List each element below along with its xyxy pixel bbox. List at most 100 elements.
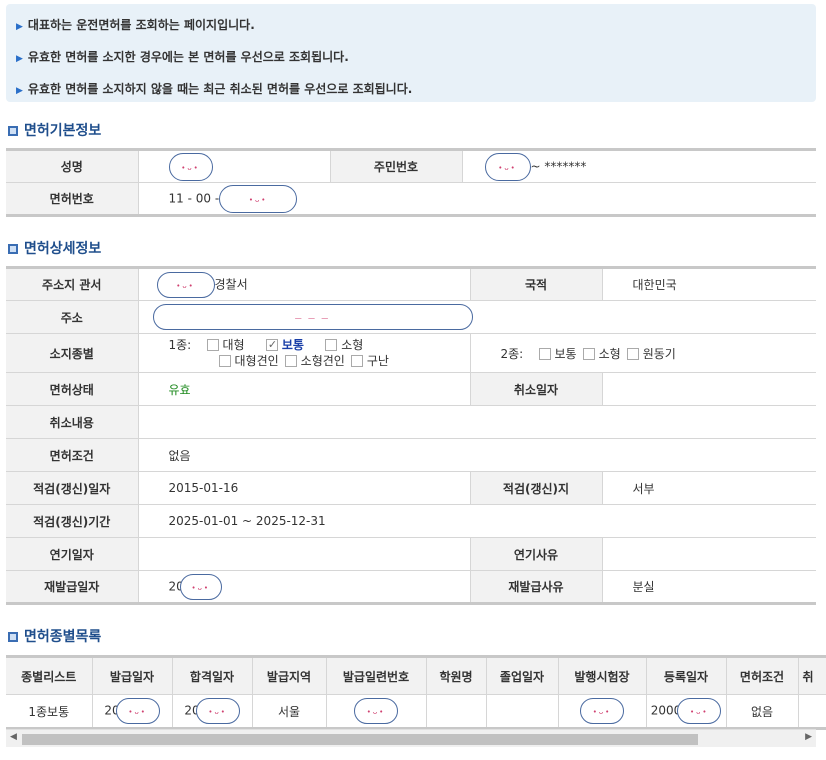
cloud-mask-icon: •ᴗ• <box>219 184 298 213</box>
name-label: 성명 <box>6 149 139 183</box>
cell-region: 서울 <box>251 694 327 729</box>
delay-date-value <box>137 537 471 571</box>
triangle-bullet-icon: ▶ <box>16 86 23 96</box>
renew-period-label: 적검(갱신)기간 <box>6 504 139 538</box>
class2-normal-checkbox[interactable] <box>538 347 551 360</box>
cell-issue-date: 20 •ᴗ• <box>91 694 173 729</box>
rrn-value: •ᴗ• ~ ******* <box>461 149 816 183</box>
reissue-date-value: 20 •ᴗ• <box>137 570 471 604</box>
col-header: 발행시험장 <box>557 656 647 695</box>
office-label: 주소지 관서 <box>6 267 139 301</box>
address-label: 주소 <box>6 300 139 334</box>
list-header-row: 종별리스트 발급일자 합격일자 발급지역 발급일련번호 학원명 졸업일자 발행시… <box>6 656 826 695</box>
cancel-content-value <box>137 405 816 439</box>
cloud-mask-icon: •ᴗ• <box>168 152 213 181</box>
reissue-reason-label: 재발급사유 <box>469 570 603 604</box>
scroll-right-arrow-icon[interactable]: ▶ <box>805 732 812 742</box>
col-header: 학원명 <box>425 656 487 695</box>
class1-large-tow-checkbox[interactable] <box>218 355 231 367</box>
cloud-mask-icon: •ᴗ• <box>156 271 215 298</box>
delay-reason-label: 연기사유 <box>469 537 603 571</box>
cell-condition: 없음 <box>725 694 799 729</box>
cancel-date-label: 취소일자 <box>469 372 603 406</box>
square-bullet-icon <box>8 126 18 136</box>
scroll-left-arrow-icon[interactable]: ◀ <box>10 732 17 742</box>
renew-period-value: 2025-01-01 ~ 2025-12-31 <box>137 504 816 538</box>
class1-wrecker-checkbox[interactable] <box>350 355 363 367</box>
status-value: 유효 <box>137 372 471 406</box>
status-label: 면허상태 <box>6 372 139 406</box>
rrn-label: 주민번호 <box>329 149 463 183</box>
renew-date-value: 2015-01-16 <box>137 471 471 505</box>
col-header: 종별리스트 <box>6 656 93 695</box>
col-header: 면허조건 <box>725 656 799 695</box>
col-header: 졸업일자 <box>485 656 559 695</box>
reissue-date-label: 재발급일자 <box>6 570 139 604</box>
col-header: 취 <box>797 656 826 695</box>
basic-info-table: 성명 •ᴗ• 주민번호 •ᴗ• ~ ******* 면허번호 11 - 00 - •… <box>6 148 816 217</box>
cancel-content-label: 취소내용 <box>6 405 139 439</box>
office-value: •ᴗ• 경찰서 <box>137 267 471 301</box>
triangle-bullet-icon: ▶ <box>16 22 23 32</box>
cell-reg-date: 2000 •ᴗ• <box>645 694 727 729</box>
delay-reason-value <box>601 537 816 571</box>
license-type-list-table: 종별리스트 발급일자 합격일자 발급지역 발급일련번호 학원명 졸업일자 발행시… <box>6 655 826 730</box>
nationality-label: 국적 <box>469 267 603 301</box>
notice-line-1: ▶ 대표하는 운전면허를 조회하는 페이지입니다. <box>16 18 255 32</box>
horizontal-scrollbar[interactable]: ◀ ▶ <box>6 729 816 747</box>
renew-place-value: 서부 <box>601 471 816 505</box>
class1-small-tow-checkbox[interactable] <box>284 355 297 367</box>
notice-line-3: ▶ 유효한 면허를 소지하지 않을 때는 최근 취소된 면허를 우선으로 조회됩니… <box>16 82 413 96</box>
name-value: •ᴗ• <box>137 149 331 183</box>
notice-box: ▶ 대표하는 운전면허를 조회하는 페이지입니다. ▶ 유효한 면허를 소지한 경우… <box>6 4 816 102</box>
condition-value: 없음 <box>137 438 816 472</box>
cell-grad-date <box>485 694 559 729</box>
table-row[interactable]: 1종보통 20 •ᴗ• 20 •ᴗ• 서울 •ᴗ• •ᴗ• 2000 •ᴗ• 없음 <box>6 694 826 729</box>
nationality-value: 대한민국 <box>601 267 816 301</box>
cloud-mask-icon: — — — <box>152 304 473 330</box>
cloud-mask-icon: •ᴗ• <box>484 152 531 181</box>
detail-info-table: 주소지 관서 •ᴗ• 경찰서 국적 대한민국 주소 — — — 소지종별 1종: 대… <box>6 266 816 605</box>
cell-school <box>425 694 487 729</box>
section-title-detail: 면허상세정보 <box>8 238 101 258</box>
license-no-value: 11 - 00 - •ᴗ• <box>137 182 816 216</box>
cell-serial: •ᴗ• <box>325 694 427 729</box>
col-header: 등록일자 <box>645 656 727 695</box>
cell-extra <box>797 694 826 729</box>
notice-line-2: ▶ 유효한 면허를 소지한 경우에는 본 면허를 우선으로 조회됩니다. <box>16 50 349 64</box>
address-value: — — — <box>137 300 816 334</box>
col-header: 발급일련번호 <box>325 656 427 695</box>
col-header: 합격일자 <box>171 656 253 695</box>
cloud-mask-icon: •ᴗ• <box>354 698 398 724</box>
cloud-mask-icon: •ᴗ• <box>115 698 160 724</box>
triangle-bullet-icon: ▶ <box>16 54 23 64</box>
cancel-date-value <box>601 372 816 406</box>
cloud-mask-icon: •ᴗ• <box>580 698 624 724</box>
renew-date-label: 적검(갱신)일자 <box>6 471 139 505</box>
renew-place-label: 적검(갱신)지 <box>469 471 603 505</box>
cell-exam-site: •ᴗ• <box>557 694 647 729</box>
license-no-label: 면허번호 <box>6 182 139 216</box>
class2-motorbike-checkbox[interactable] <box>626 347 639 360</box>
cloud-mask-icon: •ᴗ• <box>677 698 722 724</box>
class1-normal-checkbox[interactable] <box>265 337 278 353</box>
class1-small-checkbox[interactable] <box>325 339 338 351</box>
class2-options: 2종: 보통 소형 원동기 <box>469 333 816 373</box>
class1-options: 1종:대형 보통 소형 대형견인소형견인구난 <box>137 333 471 373</box>
square-bullet-icon <box>8 244 18 254</box>
cell-pass-date: 20 •ᴗ• <box>171 694 253 729</box>
class1-large-checkbox[interactable] <box>206 339 219 351</box>
cloud-mask-icon: •ᴗ• <box>195 698 240 724</box>
section-title-list: 면허종별목록 <box>8 626 101 646</box>
scroll-thumb[interactable] <box>22 734 698 745</box>
section-title-basic: 면허기본정보 <box>8 120 101 140</box>
delay-date-label: 연기일자 <box>6 537 139 571</box>
col-header: 발급지역 <box>251 656 327 695</box>
condition-label: 면허조건 <box>6 438 139 472</box>
reissue-reason-value: 분실 <box>601 570 816 604</box>
type-label: 소지종별 <box>6 333 139 373</box>
square-bullet-icon <box>8 632 18 642</box>
cell-type: 1종보통 <box>6 694 93 729</box>
col-header: 발급일자 <box>91 656 173 695</box>
class2-small-checkbox[interactable] <box>582 347 595 360</box>
